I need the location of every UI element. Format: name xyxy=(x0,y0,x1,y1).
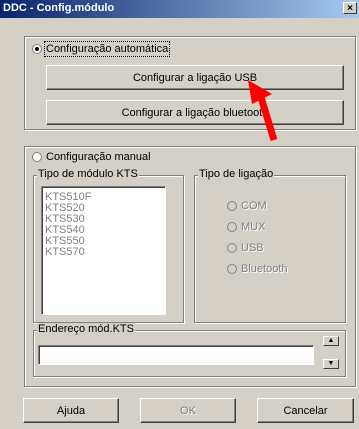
chevron-down-icon: ▼ xyxy=(327,360,335,367)
connection-bluetooth-label: Bluetooth xyxy=(241,263,288,275)
connection-type-group xyxy=(194,175,346,323)
cancel-button[interactable]: Cancelar xyxy=(257,398,354,423)
help-button-label: Ajuda xyxy=(56,404,86,417)
close-icon: × xyxy=(347,3,353,14)
help-button[interactable]: Ajuda xyxy=(23,398,119,423)
connection-type-legend: Tipo de ligação xyxy=(198,168,275,180)
cancel-button-label: Cancelar xyxy=(283,404,328,417)
auto-config-label: Configuração automática xyxy=(43,41,171,57)
address-legend: Endereço mód.KTS xyxy=(37,323,135,335)
ok-button[interactable]: OK xyxy=(140,398,236,423)
red-arrow-annotation xyxy=(248,80,278,142)
config-module-dialog: DDC - Config.módulo × Configuração autom… xyxy=(0,0,359,429)
connection-mux-label: MUX xyxy=(241,221,266,233)
connection-bluetooth-radio[interactable] xyxy=(227,264,237,274)
connection-mux-option[interactable]: MUX xyxy=(227,221,265,233)
connection-com-label: COM xyxy=(241,200,267,212)
connection-usb-label: USB xyxy=(241,242,264,254)
connection-mux-radio[interactable] xyxy=(227,222,237,232)
arrow-shaft xyxy=(256,92,278,142)
manual-config-label: Configuração manual xyxy=(46,151,151,163)
connection-bluetooth-option[interactable]: Bluetooth xyxy=(227,263,287,275)
address-spin-up-button[interactable]: ▲ xyxy=(323,336,339,346)
list-item[interactable]: KTS570 xyxy=(42,247,165,258)
usb-config-button-label: Configurar a ligação USB xyxy=(132,71,258,84)
ok-button-label: OK xyxy=(180,404,196,417)
manual-config-radio[interactable] xyxy=(32,152,42,162)
chevron-up-icon: ▲ xyxy=(327,337,335,344)
window-title: DDC - Config.módulo xyxy=(3,2,115,14)
address-spin-down-button[interactable]: ▼ xyxy=(323,359,339,369)
module-type-legend: Tipo de módulo KTS xyxy=(37,168,139,180)
connection-com-option[interactable]: COM xyxy=(227,200,267,212)
module-type-list[interactable]: KTS510F KTS520 KTS530 KTS540 KTS550 KTS5… xyxy=(41,186,166,315)
auto-config-radio[interactable] xyxy=(32,44,42,54)
connection-usb-option[interactable]: USB xyxy=(227,242,264,254)
close-button[interactable]: × xyxy=(343,2,357,14)
manual-config-option[interactable]: Configuração manual xyxy=(32,151,151,163)
address-input[interactable] xyxy=(38,345,314,365)
connection-com-radio[interactable] xyxy=(227,201,237,211)
auto-config-option[interactable]: Configuração automática xyxy=(32,41,171,57)
title-bar[interactable]: DDC - Config.módulo × xyxy=(0,0,359,18)
connection-usb-radio[interactable] xyxy=(227,243,237,253)
